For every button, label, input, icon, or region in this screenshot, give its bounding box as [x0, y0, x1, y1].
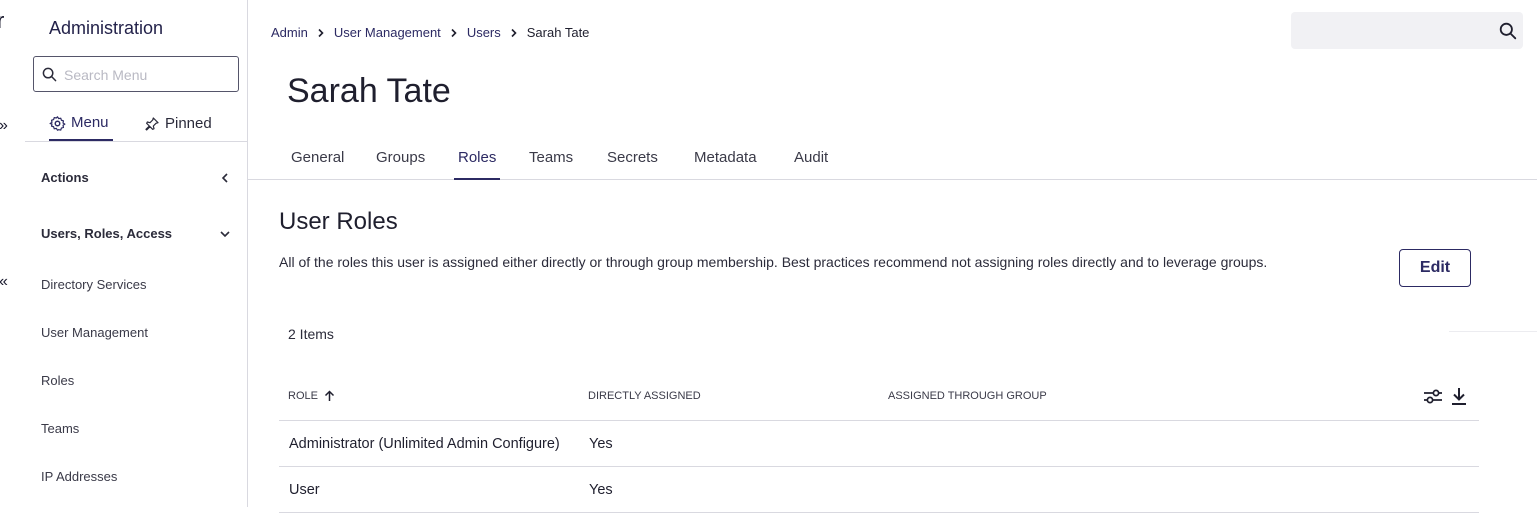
search-icon	[42, 67, 57, 82]
tab-menu[interactable]: Menu	[49, 108, 113, 141]
section-description: All of the roles this user is assigned e…	[279, 254, 1268, 270]
section-actions[interactable]: Actions	[41, 170, 231, 185]
tab-pinned-label: Pinned	[165, 114, 212, 132]
cell-role: User	[289, 482, 320, 498]
divider	[1449, 331, 1537, 332]
tab-general[interactable]: General	[291, 149, 344, 179]
sidebar-tabs: Menu Pinned	[25, 100, 247, 142]
breadcrumb-user-management[interactable]: User Management	[334, 25, 441, 40]
sidebar-item-user-management[interactable]: User Management	[41, 325, 148, 340]
sort-ascending-icon	[324, 390, 334, 401]
breadcrumb-admin[interactable]: Admin	[271, 25, 308, 40]
page-title: Sarah Tate	[287, 72, 451, 110]
collapse-icon[interactable]: «	[0, 273, 8, 291]
tab-menu-label: Menu	[71, 114, 109, 131]
sidebar-title: Administration	[49, 18, 164, 38]
download-icon[interactable]	[1451, 387, 1467, 405]
global-search-input[interactable]	[1301, 21, 1495, 43]
breadcrumb: Admin User Management Users Sarah Tate	[271, 25, 589, 40]
filter-sliders-icon[interactable]	[1423, 387, 1443, 405]
tab-roles[interactable]: Roles	[454, 149, 501, 180]
edit-button[interactable]: Edit	[1399, 249, 1471, 287]
column-header-role-label: ROLE	[288, 390, 318, 402]
search-menu-input[interactable]	[62, 64, 236, 86]
tab-groups[interactable]: Groups	[376, 149, 425, 179]
left-rail: r » «	[0, 0, 26, 507]
pin-icon	[145, 117, 159, 131]
chevron-right-icon	[316, 28, 326, 38]
table-row[interactable]: Administrator (Unlimited Admin Configure…	[279, 421, 1479, 467]
items-count: 2 Items	[288, 326, 334, 342]
tab-teams[interactable]: Teams	[529, 149, 573, 179]
cell-directly-assigned: Yes	[589, 482, 613, 498]
sidebar-item-roles[interactable]: Roles	[41, 373, 74, 388]
column-header-role[interactable]: ROLE	[288, 390, 335, 402]
breadcrumb-users[interactable]: Users	[467, 25, 501, 40]
cell-directly-assigned: Yes	[589, 436, 613, 452]
sidebar-item-ip-addresses[interactable]: IP Addresses	[41, 469, 117, 484]
tab-pinned[interactable]: Pinned	[144, 108, 212, 140]
table-header: ROLE DIRECTLY ASSIGNED ASSIGNED THROUGH …	[279, 373, 1479, 421]
column-header-assigned-through-group[interactable]: ASSIGNED THROUGH GROUP	[888, 390, 1047, 402]
search-icon[interactable]	[1499, 22, 1517, 40]
breadcrumb-current: Sarah Tate	[526, 25, 590, 40]
tab-secrets[interactable]: Secrets	[607, 149, 658, 179]
tab-metadata[interactable]: Metadata	[694, 149, 757, 179]
sidebar-item-directory-services[interactable]: Directory Services	[41, 277, 146, 292]
cell-role: Administrator (Unlimited Admin Configure…	[289, 436, 560, 452]
sidebar-search	[33, 56, 239, 92]
rail-title-fragment: r	[0, 8, 4, 34]
chevron-right-icon	[449, 28, 459, 38]
chevron-down-icon	[220, 230, 230, 237]
table-actions	[1423, 387, 1467, 405]
sidebar-item-teams[interactable]: Teams	[41, 421, 79, 436]
user-tabs: General Groups Roles Teams Secrets Metad…	[248, 138, 1537, 180]
section-actions-label: Actions	[41, 170, 89, 185]
chevron-right-icon	[509, 28, 519, 38]
section-title: User Roles	[279, 208, 398, 235]
chevron-left-icon	[221, 172, 228, 183]
tab-audit[interactable]: Audit	[794, 149, 828, 179]
table-row[interactable]: User Yes	[279, 467, 1479, 513]
expand-icon[interactable]: »	[0, 117, 8, 135]
roles-table: ROLE DIRECTLY ASSIGNED ASSIGNED THROUGH …	[279, 373, 1479, 513]
gear-icon	[49, 116, 66, 131]
column-header-directly-assigned[interactable]: DIRECTLY ASSIGNED	[588, 390, 701, 402]
section-users-roles-access[interactable]: Users, Roles, Access	[41, 226, 231, 241]
sidebar: Administration Menu Pinned Actions Users…	[25, 0, 248, 507]
section-users-roles-access-label: Users, Roles, Access	[41, 226, 173, 241]
global-search	[1291, 12, 1523, 49]
